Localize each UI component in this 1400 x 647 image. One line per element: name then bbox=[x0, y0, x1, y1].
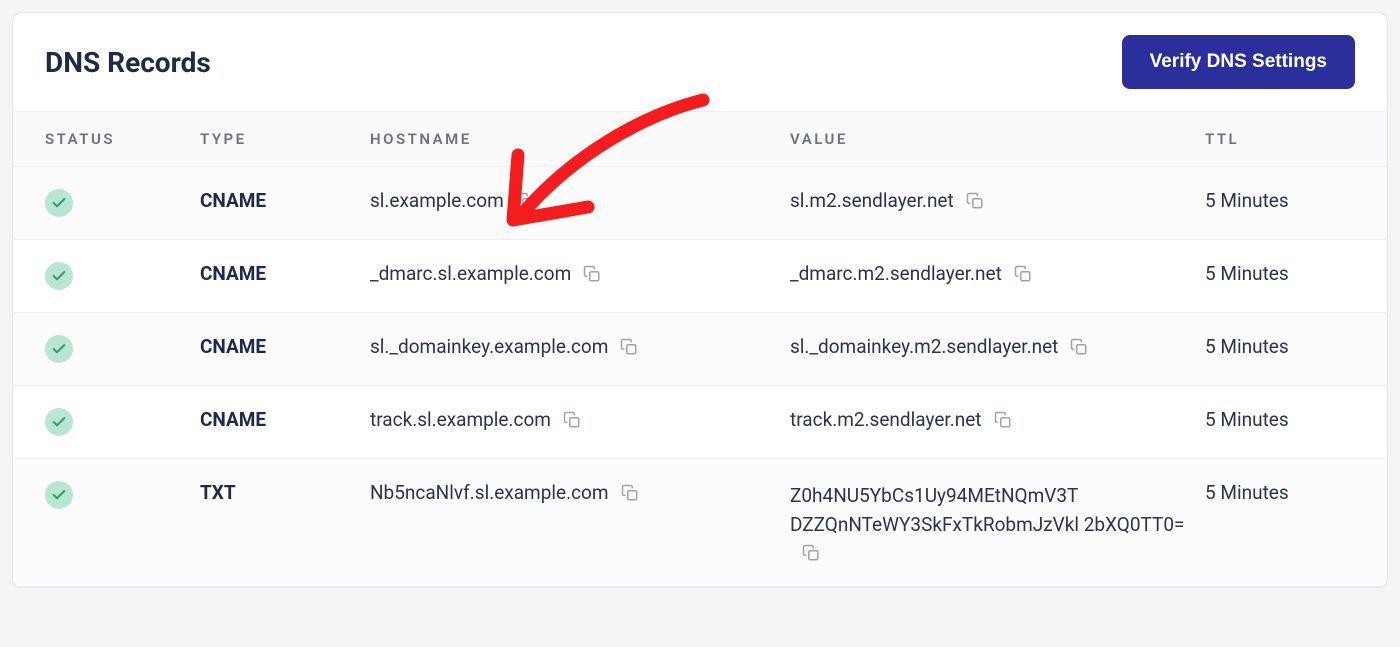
ttl-cell: 5 Minutes bbox=[1205, 335, 1289, 358]
status-ok-icon bbox=[45, 481, 73, 509]
copy-icon[interactable] bbox=[618, 336, 640, 358]
hostname-cell: sl.example.com bbox=[370, 189, 504, 212]
type-cell: CNAME bbox=[200, 408, 266, 431]
dns-records-card: DNS Records Verify DNS Settings STATUS T… bbox=[12, 12, 1388, 588]
copy-icon[interactable] bbox=[581, 263, 603, 285]
type-cell: CNAME bbox=[200, 262, 266, 285]
status-ok-icon bbox=[45, 189, 73, 217]
ttl-cell: 5 Minutes bbox=[1205, 408, 1289, 431]
value-cell: _dmarc.m2.sendlayer.net bbox=[790, 262, 1002, 285]
table-row: CNAME track.sl.example.com track.m2.send… bbox=[13, 386, 1387, 459]
th-status: STATUS bbox=[45, 130, 200, 148]
th-type: TYPE bbox=[200, 130, 370, 148]
verify-dns-button[interactable]: Verify DNS Settings bbox=[1122, 35, 1355, 89]
status-ok-icon bbox=[45, 262, 73, 290]
table-row: TXT Nb5ncaNlvf.sl.example.com Z0h4NU5YbC… bbox=[13, 459, 1387, 587]
hostname-cell: track.sl.example.com bbox=[370, 408, 551, 431]
hostname-cell: sl._domainkey.example.com bbox=[370, 335, 608, 358]
type-cell: CNAME bbox=[200, 335, 266, 358]
copy-icon[interactable] bbox=[992, 409, 1014, 431]
hostname-cell: _dmarc.sl.example.com bbox=[370, 262, 571, 285]
ttl-cell: 5 Minutes bbox=[1205, 262, 1289, 285]
copy-icon[interactable] bbox=[964, 190, 986, 212]
table-row: CNAME sl._domainkey.example.com sl._doma… bbox=[13, 313, 1387, 386]
status-ok-icon bbox=[45, 408, 73, 436]
card-title: DNS Records bbox=[45, 46, 211, 79]
ttl-cell: 5 Minutes bbox=[1205, 189, 1289, 212]
value-cell: sl.m2.sendlayer.net bbox=[790, 189, 954, 212]
card-header: DNS Records Verify DNS Settings bbox=[13, 13, 1387, 111]
table-row: CNAME sl.example.com sl.m2.sendlayer.net… bbox=[13, 167, 1387, 240]
copy-icon[interactable] bbox=[800, 542, 822, 564]
table-row: CNAME _dmarc.sl.example.com _dmarc.m2.se… bbox=[13, 240, 1387, 313]
th-ttl: TTL bbox=[1205, 130, 1355, 148]
value-cell: sl._domainkey.m2.sendlayer.net bbox=[790, 335, 1058, 358]
copy-icon[interactable] bbox=[619, 482, 641, 504]
value-cell: track.m2.sendlayer.net bbox=[790, 408, 982, 431]
ttl-cell: 5 Minutes bbox=[1205, 481, 1289, 504]
hostname-cell: Nb5ncaNlvf.sl.example.com bbox=[370, 481, 609, 504]
type-cell: CNAME bbox=[200, 189, 266, 212]
value-cell: Z0h4NU5YbCs1Uy94MEtNQmV3T DZZQnNTeWY3SkF… bbox=[790, 484, 1184, 536]
table-header-row: STATUS TYPE HOSTNAME VALUE TTL bbox=[13, 111, 1387, 167]
copy-icon[interactable] bbox=[561, 409, 583, 431]
copy-icon[interactable] bbox=[1068, 336, 1090, 358]
th-value: VALUE bbox=[790, 130, 1185, 148]
copy-icon[interactable] bbox=[1012, 263, 1034, 285]
type-cell: TXT bbox=[200, 481, 236, 504]
copy-icon[interactable] bbox=[514, 190, 536, 212]
status-ok-icon bbox=[45, 335, 73, 363]
th-hostname: HOSTNAME bbox=[370, 130, 790, 148]
